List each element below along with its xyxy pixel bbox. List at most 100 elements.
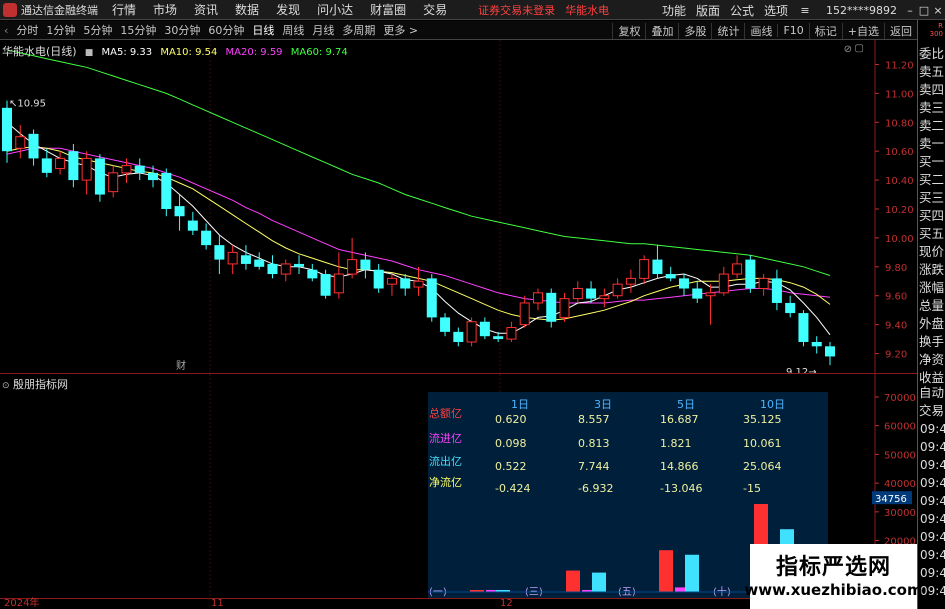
candle-body [214, 245, 225, 260]
tool-multi-stock[interactable]: 多股 [678, 22, 711, 39]
y-tick-label: 10.40 [885, 176, 914, 187]
trade-time: 09:43 [920, 512, 945, 526]
sidebar-item-13[interactable]: 涨幅 [918, 279, 945, 297]
time-label-dec: 12 [500, 598, 513, 609]
menu-market[interactable]: 市场 [153, 1, 177, 18]
candle-body [745, 259, 756, 289]
sidebar-item-11[interactable]: 现价 [918, 243, 945, 261]
sidebar-item-12[interactable]: 涨跌 [918, 261, 945, 279]
candle-body [798, 313, 809, 342]
tool-mark[interactable]: 标记 [808, 22, 842, 39]
main-menu-icon[interactable]: ≡ [798, 4, 812, 17]
sidebar-item-1[interactable]: 卖五 [918, 63, 945, 81]
price-panel[interactable]: 11.20 11.00 10.80 10.60 10.40 10.20 10.00 9.80 9… [0, 40, 917, 378]
sidebar-item-16[interactable]: 换手 [918, 333, 945, 351]
tool-statistics[interactable]: 统计 [711, 22, 744, 39]
tool-f10[interactable]: F10 [777, 24, 808, 37]
period-15min[interactable]: 15分钟 [116, 22, 160, 38]
sidebar-item-5[interactable]: 卖一 [918, 135, 945, 153]
candle-body [811, 341, 822, 347]
candle-body [320, 274, 331, 296]
menu-discover[interactable]: 发现 [276, 1, 300, 18]
period-intraday[interactable]: 分时 [12, 22, 42, 38]
sidebar-item-15[interactable]: 外盘 [918, 315, 945, 333]
tool-overlay[interactable]: 叠加 [645, 22, 678, 39]
flow-bar [566, 570, 580, 592]
y-tick-label: 9.80 [885, 263, 907, 274]
menu-data[interactable]: 数据 [235, 1, 259, 18]
candle-body [559, 298, 570, 318]
trade-time: 09:42 [920, 476, 945, 490]
period-30min[interactable]: 30分钟 [160, 22, 204, 38]
sidebar-item-17[interactable]: 净资 [918, 351, 945, 369]
indicator-menu-icon[interactable]: ⊙ [2, 381, 10, 391]
candle-body [440, 317, 451, 332]
tool-back[interactable]: 返回 [884, 22, 917, 39]
sidebar-item-7[interactable]: 买二 [918, 171, 945, 189]
candle-body [254, 259, 265, 267]
y-tick-label: 9.60 [885, 292, 907, 303]
period-monthly[interactable]: 月线 [308, 22, 338, 38]
flow-bar [685, 554, 699, 592]
y-tick-label: 10.60 [885, 147, 914, 158]
period-daily[interactable]: 日线 [248, 22, 278, 38]
indicator-title[interactable]: ⊙ 殷朋指标网 [2, 376, 68, 392]
user-account[interactable]: 152****9892 [826, 4, 897, 17]
menu-wealth-circle[interactable]: 财富圈 [370, 1, 406, 18]
period-5min[interactable]: 5分钟 [79, 22, 116, 38]
menu-trade[interactable]: 交易 [423, 1, 447, 18]
tool-draw-line[interactable]: 画线 [744, 22, 777, 39]
menu-layout[interactable]: 版面 [696, 2, 720, 19]
maximize-icon[interactable]: □ [917, 4, 931, 17]
candlestick-chart[interactable]: 11.20 11.00 10.80 10.60 10.40 10.20 10.00 9.80 9… [0, 40, 917, 378]
candle-body [41, 158, 52, 173]
candle-body [572, 288, 583, 300]
sidebar-item-3[interactable]: 卖三 [918, 99, 945, 117]
sidebar-item-6[interactable]: 买一 [918, 153, 945, 171]
sidebar-item-0[interactable]: 委比 [918, 45, 945, 63]
period-weekly[interactable]: 周线 [278, 22, 308, 38]
toolbar-left-arrow-icon[interactable]: ‹ [0, 24, 12, 37]
trade-header-trade: 交易 [919, 403, 945, 418]
trade-login-notice[interactable]: 证券交易未登录 [478, 2, 555, 18]
candle-body [333, 273, 344, 294]
period-multi[interactable]: 多周期 [338, 22, 379, 38]
trade-time: 09:43 [920, 530, 945, 544]
tool-adjust-price[interactable]: 复权 [612, 22, 645, 39]
candle-body [732, 263, 743, 275]
period-60min[interactable]: 60分钟 [204, 22, 248, 38]
menu-market-quotes[interactable]: 行情 [112, 1, 136, 18]
menu-news[interactable]: 资讯 [194, 1, 218, 18]
menu-ask-xiaoda[interactable]: 问小达 [317, 1, 353, 18]
menu-options[interactable]: 选项 [764, 2, 788, 19]
minimize-icon[interactable]: – [903, 4, 917, 17]
candle-body [360, 259, 371, 270]
sidebar-item-4[interactable]: 卖二 [918, 117, 945, 135]
candle-body [294, 263, 305, 267]
tool-add-favorite[interactable]: +自选 [841, 22, 884, 39]
menu-formula[interactable]: 公式 [730, 2, 754, 19]
sidebar-item-10[interactable]: 买五 [918, 225, 945, 243]
flow-bar [592, 572, 606, 592]
panel-settings-icon[interactable]: ⊘ [844, 44, 852, 55]
sidebar-item-2[interactable]: 卖四 [918, 81, 945, 99]
sidebar-item-14[interactable]: 总量 [918, 297, 945, 315]
high-price-label: ↖10.95 [9, 99, 46, 110]
title-bar: 通达信金融终端 行情 市场 资讯 数据 发现 问小达 财富圈 交易 证券交易未登… [0, 0, 945, 20]
trade-header-auto: 自动 [919, 385, 945, 400]
ma-legend: 华能水电(日线) ■ MA5: 9.33 MA10: 9.54 MA20: 9.… [2, 43, 353, 59]
candle-body [718, 273, 729, 294]
sidebar-item-8[interactable]: 买三 [918, 189, 945, 207]
ma10-label: MA10: 9.54 [160, 47, 218, 58]
close-icon[interactable]: × [931, 4, 945, 17]
legend-square-icon[interactable]: ■ [85, 48, 94, 58]
stock-title[interactable]: 华能水电(日线) [2, 45, 77, 58]
period-1min[interactable]: 1分钟 [42, 22, 79, 38]
sidebar-item-9[interactable]: 买四 [918, 207, 945, 225]
period-more[interactable]: 更多 > [379, 22, 422, 38]
candle-body [227, 251, 238, 265]
menu-functions[interactable]: 功能 [662, 2, 686, 19]
panel-collapse-icon[interactable]: ▢ [855, 43, 864, 54]
candle-body [586, 288, 597, 299]
trade-time: 09:43 [920, 548, 945, 562]
